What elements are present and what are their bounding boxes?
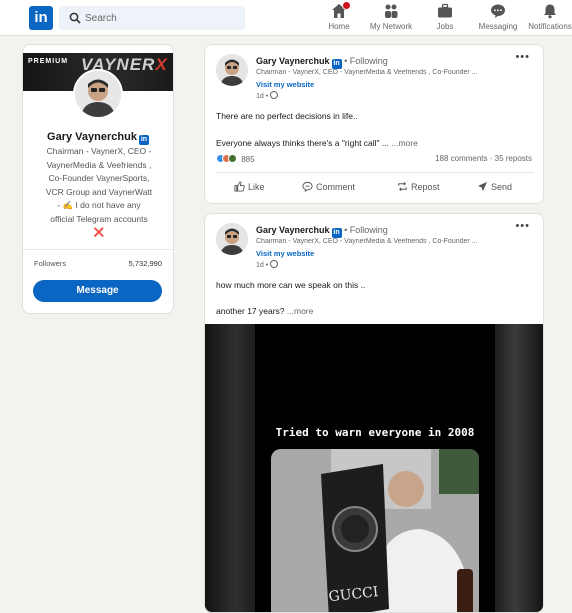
video-blur-right	[495, 324, 543, 612]
feed-post: Gary Vaynerchuk in • Following Chairman -…	[204, 44, 544, 204]
like-button[interactable]: Like	[234, 181, 265, 192]
author-avatar[interactable]	[216, 54, 248, 86]
post-time: 1d •	[256, 260, 279, 269]
celebrate-reaction-icon	[228, 154, 237, 163]
profile-card: PREMIUM VAYNERX Gary Vaynerchuk in Chairm…	[22, 44, 174, 314]
home-icon	[331, 1, 351, 19]
comment-label: Comment	[316, 182, 356, 192]
post-author[interactable]: Gary Vaynerchuk in • Following	[256, 56, 388, 69]
reactions-summary[interactable]: 885	[216, 154, 255, 166]
engagement-counts: 188 comments · 35 reposts	[435, 154, 532, 163]
premium-label: PREMIUM	[28, 58, 69, 65]
send-label: Send	[491, 182, 513, 192]
followers-count: 5,732,990	[128, 259, 162, 268]
comments-count[interactable]: 188 comments	[435, 154, 487, 163]
search-icon	[69, 12, 81, 24]
comment-button[interactable]: Comment	[302, 181, 355, 192]
nav-messaging[interactable]: Messaging	[478, 3, 518, 33]
comment-icon	[302, 181, 313, 192]
post-text-snippet: Everyone always thinks there's a "right …	[216, 138, 390, 148]
post-video[interactable]: Tried to warn everyone in 2008 GUCCI	[205, 324, 543, 612]
top-nav: in Home My Network Jobs	[0, 0, 572, 36]
see-more-link[interactable]: ...more	[391, 138, 417, 148]
author-avatar[interactable]	[216, 223, 248, 255]
video-blur-left	[205, 324, 255, 612]
bell-icon	[542, 3, 558, 19]
nav-jobs[interactable]: Jobs	[434, 3, 456, 33]
post-author[interactable]: Gary Vaynerchuk in • Following	[256, 225, 388, 238]
search-bar[interactable]	[59, 6, 245, 30]
profile-divider	[23, 249, 173, 250]
nav-my-network[interactable]: My Network	[368, 3, 414, 33]
actions-divider	[216, 172, 534, 173]
notification-dot	[342, 1, 351, 10]
post-text-line: how much more can we speak on this ..	[216, 280, 366, 290]
feed-post: Gary Vaynerchuk in • Following Chairman -…	[204, 213, 544, 613]
visit-website-link[interactable]: Visit my website	[256, 249, 314, 258]
followers-label: Followers	[34, 259, 67, 268]
like-label: Like	[248, 182, 265, 192]
nav-messaging-label: Messaging	[478, 22, 518, 31]
profile-name[interactable]: Gary Vaynerchuk in	[23, 131, 173, 145]
globe-icon	[270, 260, 279, 268]
post-text-line: Everyone always thinks there's a "right …	[216, 138, 418, 148]
video-caption: Tried to warn everyone in 2008	[275, 426, 475, 439]
profile-avatar[interactable]	[73, 69, 123, 119]
send-button[interactable]: Send	[477, 181, 512, 192]
reposts-count[interactable]: 35 reposts	[495, 154, 532, 163]
headline-line: - ✍️ I do not have any	[57, 200, 141, 210]
search-input[interactable]	[85, 6, 235, 30]
headline-line: Chairman - VaynerX, CEO -	[46, 146, 152, 156]
nav-my-network-label: My Network	[369, 22, 413, 31]
send-icon	[477, 181, 488, 192]
globe-icon	[270, 91, 279, 99]
following-status: • Following	[344, 225, 388, 235]
nav-notifications-label: Notifications	[528, 22, 572, 31]
post-text-line: another 17 years? ...more	[216, 306, 313, 316]
message-button[interactable]: Message	[33, 280, 162, 302]
reaction-count: 885	[241, 155, 255, 164]
nav-home-label: Home	[328, 22, 350, 31]
thumbs-up-icon	[234, 181, 245, 192]
linkedin-premium-icon: in	[331, 59, 342, 69]
nav-notifications[interactable]: Notifications	[528, 3, 572, 33]
author-name: Gary Vaynerchuk	[256, 56, 330, 66]
nav-jobs-label: Jobs	[436, 22, 454, 31]
profile-headline: Chairman - VaynerX, CEO - VaynerMedia & …	[37, 145, 161, 240]
headline-line: official Telegram accounts	[50, 213, 148, 224]
cover-brand-x: X	[155, 55, 168, 74]
see-more-link[interactable]: ...more	[287, 306, 313, 316]
video-frame: GUCCI	[271, 449, 479, 612]
post-menu-button[interactable]: •••	[515, 51, 530, 63]
repost-label: Repost	[411, 182, 440, 192]
headline-line: Co-Founder VaynerSports,	[48, 173, 150, 183]
author-headline: Chairman - VaynerX, CEO - VaynerMedia & …	[256, 69, 478, 76]
briefcase-icon	[437, 3, 453, 19]
post-menu-button[interactable]: •••	[515, 220, 530, 232]
profile-name-text: Gary Vaynerchuk	[47, 131, 137, 143]
post-time: 1d •	[256, 91, 279, 100]
author-headline: Chairman - VaynerX, CEO - VaynerMedia & …	[256, 238, 478, 245]
nav-home[interactable]: Home	[326, 1, 352, 33]
post-text-line: There are no perfect decisions in life..	[216, 111, 358, 121]
network-icon	[383, 3, 399, 19]
repost-button[interactable]: Repost	[397, 181, 440, 192]
headline-line: ❌	[93, 227, 105, 237]
repost-icon	[398, 182, 407, 191]
following-status: • Following	[344, 56, 388, 66]
message-icon	[490, 3, 506, 19]
headline-line: VCR Group and VaynerWatt	[45, 186, 153, 197]
visit-website-link[interactable]: Visit my website	[256, 80, 314, 89]
linkedin-logo[interactable]: in	[29, 6, 53, 30]
post-time-text: 1d •	[256, 93, 269, 100]
linkedin-premium-icon: in	[138, 135, 149, 145]
author-name: Gary Vaynerchuk	[256, 225, 330, 235]
post-time-text: 1d •	[256, 262, 269, 269]
headline-line: VaynerMedia & Veefriends ,	[46, 159, 152, 170]
linkedin-premium-icon: in	[331, 228, 342, 238]
post-text-snippet: another 17 years?	[216, 306, 285, 316]
